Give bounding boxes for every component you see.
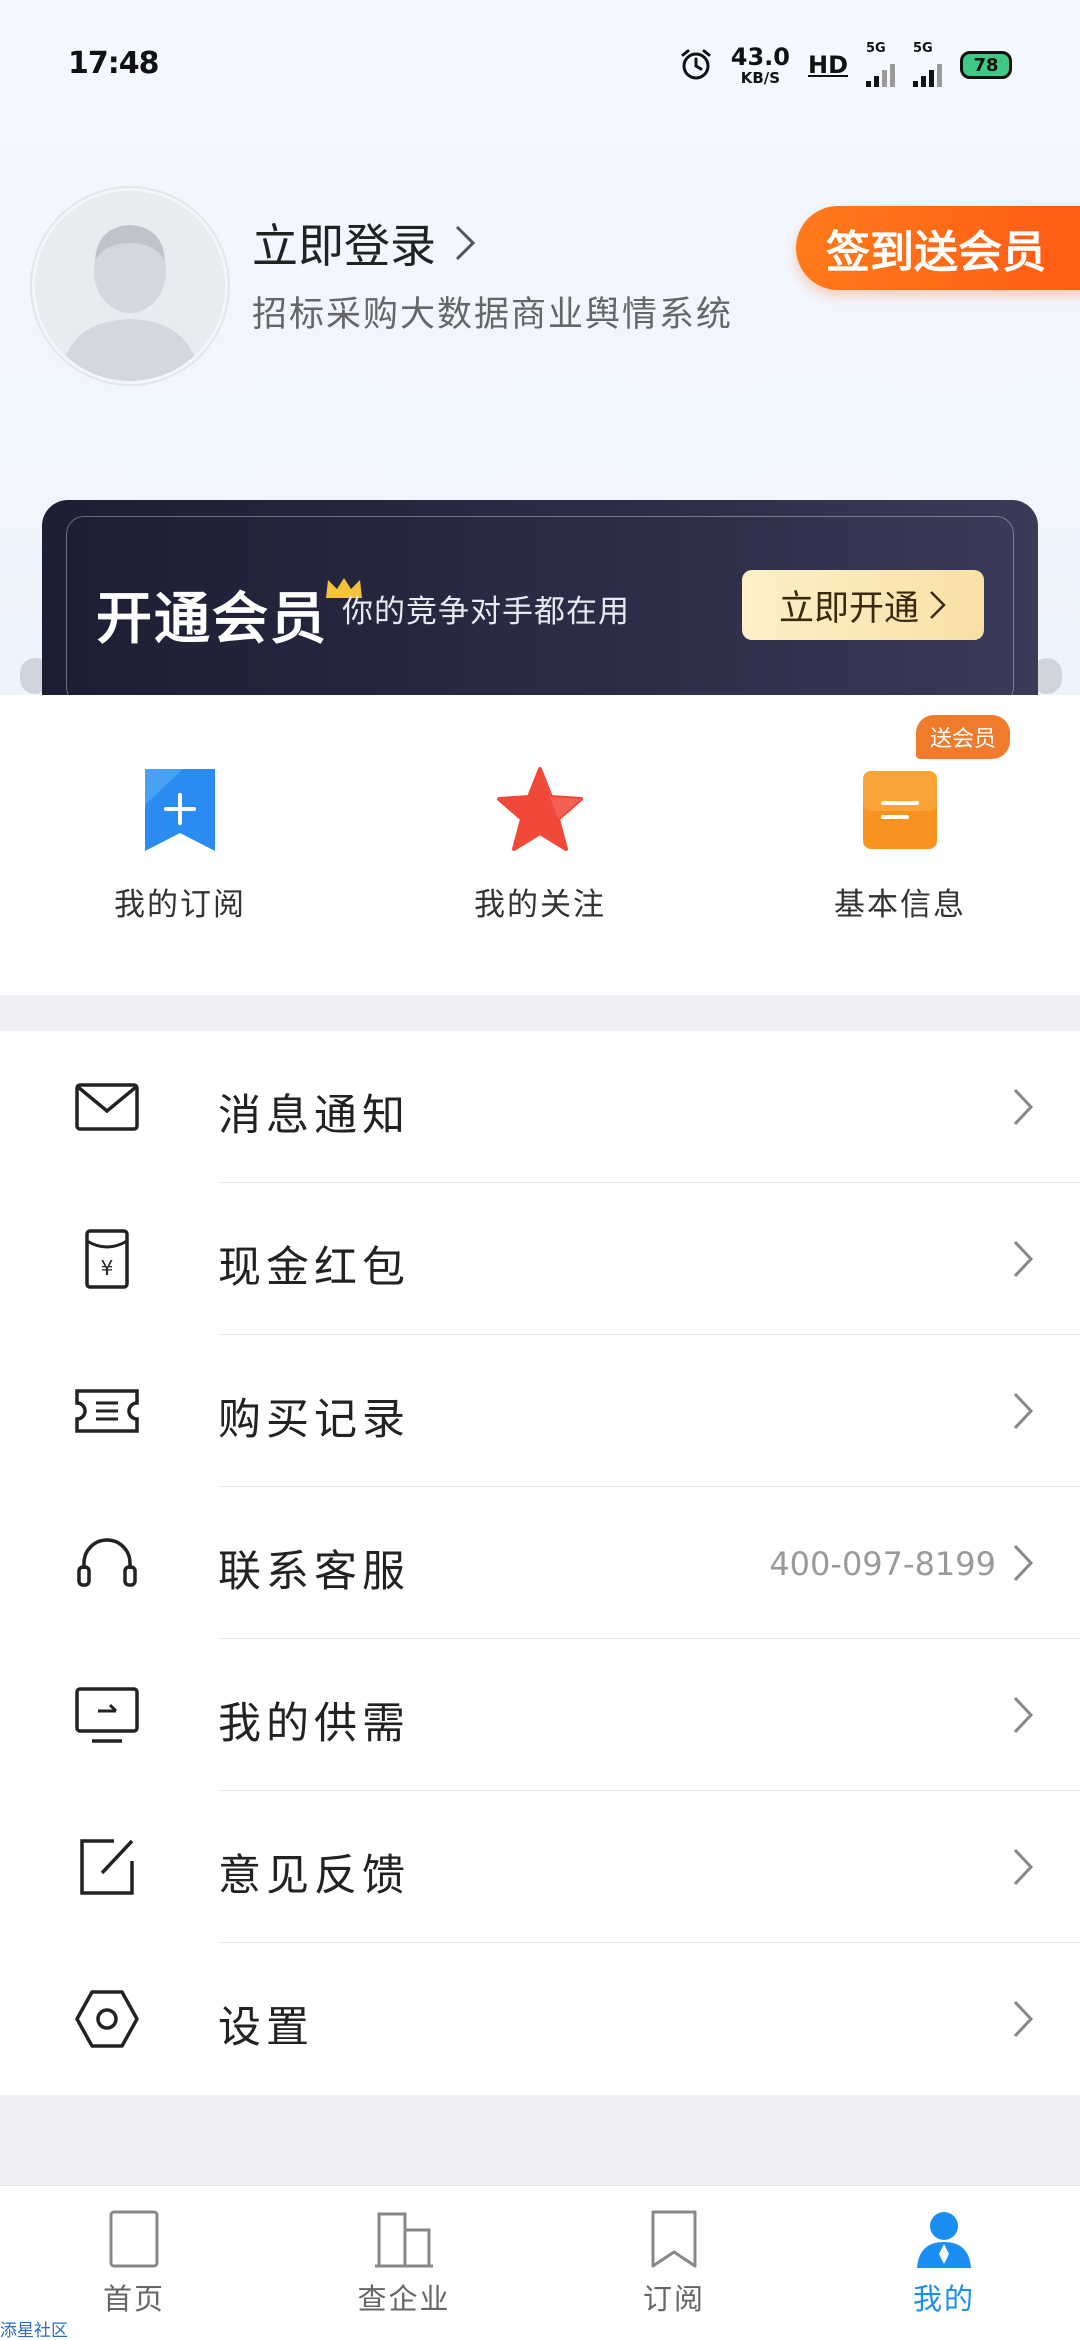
chevron-right-icon: [1013, 1240, 1034, 1278]
chevron-right-icon: [1013, 1848, 1034, 1886]
bookmark-icon: [651, 2210, 697, 2268]
menu-item-supply-demand[interactable]: 我的供需: [0, 1639, 1080, 1791]
signal-icon: 5G: [913, 41, 942, 87]
hd-indicator: HD: [807, 51, 848, 79]
quick-actions: 我的订阅 我的关注 基本信息 送会员: [0, 695, 1080, 995]
vip-subtitle: 你的竞争对手都在用: [342, 594, 630, 630]
chevron-right-icon: [1013, 1544, 1034, 1582]
status-time: 17:48: [68, 46, 159, 81]
menu-item-label: 联系客服: [218, 1547, 410, 1597]
menu-item-label: 消息通知: [218, 1091, 410, 1141]
menu-item-label: 设置: [218, 2003, 314, 2053]
menu-item-label: 意见反馈: [218, 1851, 410, 1901]
menu-item-feedback[interactable]: 意见反馈: [0, 1791, 1080, 1943]
red-envelope-icon: ¥: [85, 1229, 129, 1289]
battery-level: 78: [973, 54, 999, 76]
network-speed: 43.0 KB/S: [731, 45, 790, 86]
signal-type-label: 5G: [866, 41, 886, 56]
settings-hexagon-icon: [75, 1990, 139, 2048]
menu-item-purchase-records[interactable]: 购买记录: [0, 1335, 1080, 1487]
quick-action-label: 基本信息: [834, 887, 966, 923]
profile-icon: [917, 2212, 971, 2268]
menu-item-label: 购买记录: [218, 1395, 410, 1445]
nav-tab-mine[interactable]: 我的: [844, 2208, 1044, 2318]
menu-item-settings[interactable]: 设置: [0, 1943, 1080, 2095]
network-speed-value: 43.0: [730, 42, 790, 71]
company-icon: [375, 2212, 433, 2268]
status-bar: 17:48 43.0 KB/S HD 5G 5G 78: [0, 0, 1080, 130]
nav-tab-label: 订阅: [642, 2282, 705, 2316]
quick-action-subscription[interactable]: 我的订阅: [70, 765, 290, 924]
svg-text:¥: ¥: [101, 1256, 114, 1280]
quick-action-label: 我的订阅: [114, 887, 246, 923]
menu-item-label: 现金红包: [218, 1243, 410, 1293]
vip-banner[interactable]: 开通会员 你的竞争对手都在用 立即开通: [42, 500, 1038, 695]
ticket-icon: [75, 1389, 139, 1433]
nav-tab-company-search[interactable]: 查企业: [304, 2208, 504, 2318]
quick-action-following[interactable]: 我的关注: [430, 765, 650, 924]
alarm-icon: [681, 49, 711, 80]
avatar[interactable]: [32, 188, 228, 384]
vip-open-button[interactable]: 立即开通: [742, 570, 984, 640]
section-divider: [0, 995, 1080, 1031]
login-link[interactable]: 立即登录: [252, 210, 476, 276]
vip-title: 开通会员: [96, 587, 328, 652]
menu-item-notifications[interactable]: 消息通知: [0, 1031, 1080, 1183]
watermark: 添星社区: [0, 2321, 68, 2340]
edit-icon: [80, 1839, 134, 1895]
screen: 17:48 43.0 KB/S HD 5G 5G 78 立即登录 招标采购大数据…: [0, 0, 1080, 2340]
chevron-right-icon: [455, 225, 476, 261]
chevron-right-icon: [1013, 2000, 1034, 2038]
nav-tab-label: 首页: [102, 2282, 165, 2316]
menu-item-cash-red-envelope[interactable]: ¥ 现金红包: [0, 1183, 1080, 1335]
gift-vip-tag: 送会员: [916, 715, 1011, 759]
signal-icon: 5G: [866, 41, 895, 87]
default-avatar-icon: [35, 191, 225, 381]
quick-action-label: 我的关注: [474, 887, 606, 923]
star-icon: [497, 767, 583, 851]
vip-open-label: 立即开通: [778, 588, 919, 629]
login-label: 立即登录: [252, 219, 436, 273]
quick-action-basic-info[interactable]: 基本信息: [790, 765, 1010, 924]
nav-tab-subscription[interactable]: 订阅: [574, 2208, 774, 2318]
menu-item-label: 我的供需: [218, 1699, 410, 1749]
network-speed-unit: KB/S: [740, 68, 781, 87]
headset-icon: [77, 1538, 137, 1587]
bottom-spacer: [0, 2095, 1080, 2185]
nav-tab-home[interactable]: 首页: [34, 2208, 234, 2318]
signal-type-label: 5G: [913, 41, 933, 56]
chevron-right-icon: [1013, 1696, 1034, 1734]
bottom-navigation: 首页 查企业 订阅 我的: [0, 2185, 1080, 2340]
chevron-right-icon: [930, 591, 946, 619]
menu-list: 消息通知 ¥ 现金红包 购买记录 联系客服 400-097-8199 我的供需 …: [0, 1031, 1080, 2095]
nav-tab-label: 我的: [912, 2282, 975, 2316]
home-icon: [109, 2210, 159, 2268]
chevron-right-icon: [1013, 1392, 1034, 1430]
service-phone-number[interactable]: 400-097-8199: [769, 1545, 996, 1583]
signin-reward-button[interactable]: 签到送会员: [796, 206, 1080, 290]
monitor-icon: [75, 1687, 139, 1743]
mail-icon: [75, 1083, 139, 1131]
battery-icon: 78: [960, 51, 1012, 79]
status-indicators: 43.0 KB/S HD 5G 5G 78: [679, 40, 1012, 90]
chevron-right-icon: [1013, 1088, 1034, 1126]
subscription-icon: [145, 769, 215, 851]
menu-item-customer-service[interactable]: 联系客服 400-097-8199: [0, 1487, 1080, 1639]
profile-subtitle: 招标采购大数据商业舆情系统: [252, 295, 734, 335]
info-icon: [863, 771, 937, 849]
nav-tab-label: 查企业: [357, 2282, 451, 2316]
